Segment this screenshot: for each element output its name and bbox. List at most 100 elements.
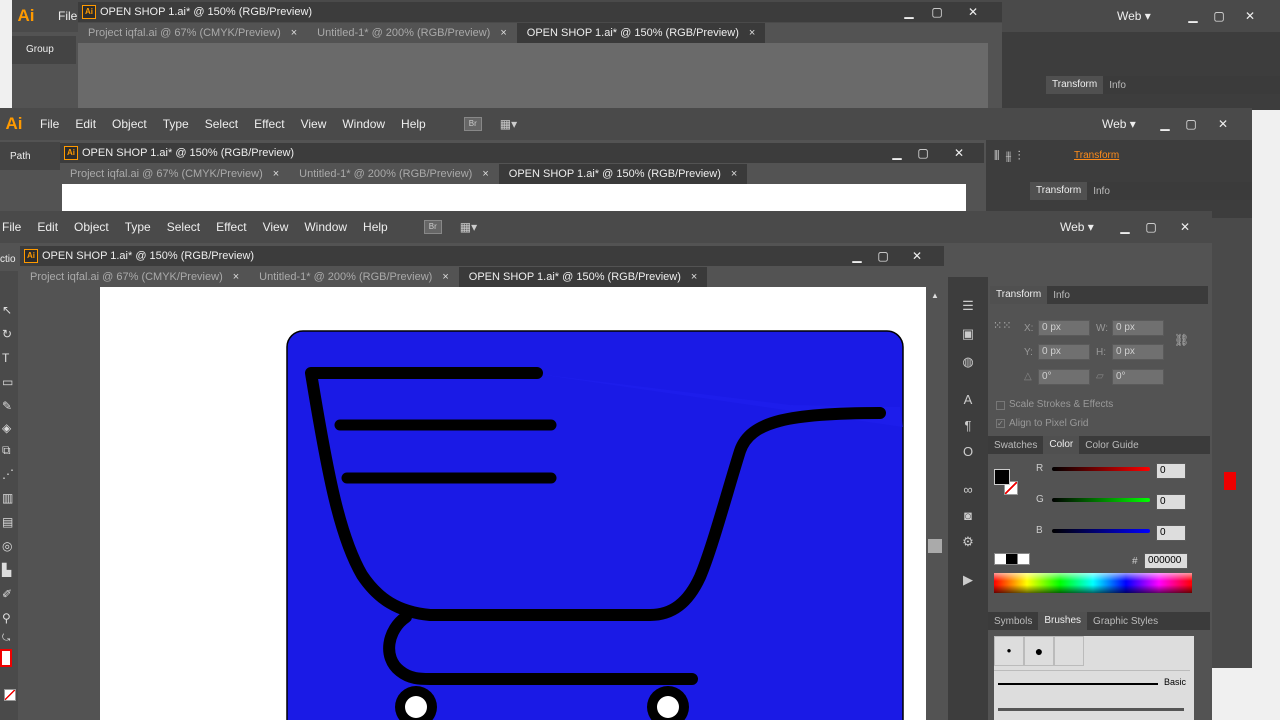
front-doc-max[interactable]: ▢ <box>870 247 896 265</box>
middle-app-max[interactable]: ▢ <box>1178 115 1204 133</box>
scale-strokes-checkbox[interactable] <box>996 401 1005 410</box>
constrain-link-icon[interactable]: ⛓ <box>1174 333 1189 347</box>
middle-tab[interactable]: Untitled-1* @ 200% (RGB/Preview) × <box>289 164 499 184</box>
back-app-max[interactable]: ▢ <box>1206 7 1232 25</box>
none-swatch-icon[interactable] <box>4 689 16 701</box>
arrange-docs-icon[interactable]: ▦▾ <box>460 220 477 234</box>
tab-info[interactable]: Info <box>1047 290 1076 301</box>
eraser-tool-icon[interactable]: ◈ <box>2 421 11 435</box>
back-doc-close[interactable]: ✕ <box>960 3 986 21</box>
appearance-icon[interactable]: ◍ <box>959 353 977 371</box>
front-doc-min[interactable]: ▁ <box>844 247 870 265</box>
middle-app-close[interactable]: ✕ <box>1210 115 1236 133</box>
back-app-min[interactable]: ▁ <box>1180 7 1206 25</box>
menu-view[interactable]: View <box>255 212 297 242</box>
gradient-panel-icon[interactable]: ▣ <box>959 325 977 343</box>
none-black-white-swatches[interactable] <box>994 553 1030 565</box>
middle-app-min[interactable]: ▁ <box>1152 115 1178 133</box>
front-tab[interactable]: Untitled-1* @ 200% (RGB/Preview) × <box>249 267 459 287</box>
back-doc-max[interactable]: ▢ <box>924 3 950 21</box>
brush-chalk-row[interactable] <box>998 708 1184 711</box>
menu-file[interactable]: File <box>32 109 67 139</box>
middle-doc-close[interactable]: ✕ <box>946 144 972 162</box>
menu-select[interactable]: Select <box>197 109 246 139</box>
menu-effect[interactable]: Effect <box>246 109 292 139</box>
color-spectrum[interactable] <box>994 573 1192 593</box>
zoom-tool-icon[interactable]: ⚲ <box>2 611 11 625</box>
shear-field[interactable]: 0° <box>1112 369 1164 385</box>
rectangle-tool-icon[interactable]: ▭ <box>2 375 13 389</box>
middle-doc-max[interactable]: ▢ <box>910 144 936 162</box>
menu-effect[interactable]: Effect <box>208 212 254 242</box>
menu-lines-icon[interactable]: ☰ <box>959 297 977 315</box>
front-app-max[interactable]: ▢ <box>1138 218 1164 236</box>
menu-view[interactable]: View <box>293 109 335 139</box>
back-file-menu[interactable]: File <box>58 9 77 23</box>
scroll-up-arrow-icon[interactable]: ▲ <box>926 291 944 300</box>
align-icons[interactable]: ⫴⫵⫶ <box>994 148 1027 164</box>
brush-dot-large[interactable]: ● <box>1024 636 1054 666</box>
menu-help[interactable]: Help <box>393 109 434 139</box>
tab-transform[interactable]: Transform <box>990 286 1048 304</box>
scale-tool-icon[interactable]: ⧉ <box>2 443 11 458</box>
fill-color-swatch[interactable] <box>994 469 1010 485</box>
settings-icon[interactable]: ⚙ <box>959 533 977 551</box>
middle-tab[interactable]: Project iqfal.ai @ 67% (CMYK/Preview) × <box>60 164 289 184</box>
back-tab-active[interactable]: OPEN SHOP 1.ai* @ 150% (RGB/Preview) × <box>516 23 766 43</box>
free-transform-icon[interactable]: ⋰ <box>2 467 14 481</box>
middle-workspace[interactable]: Web ▾ <box>1102 117 1136 131</box>
y-field[interactable]: 0 px <box>1038 344 1090 360</box>
menu-edit[interactable]: Edit <box>67 109 104 139</box>
tab-color-guide[interactable]: Color Guide <box>1079 440 1144 451</box>
middle-transform-link[interactable]: Transform <box>1074 150 1119 161</box>
menu-help[interactable]: Help <box>355 212 396 242</box>
middle-doc-min[interactable]: ▁ <box>884 144 910 162</box>
tab-brushes[interactable]: Brushes <box>1038 612 1088 630</box>
vertical-scrollbar[interactable]: ▲ <box>926 287 944 720</box>
g-field[interactable]: 0 <box>1156 494 1186 510</box>
gradient-tool-icon[interactable]: ▤ <box>2 515 13 529</box>
front-tab[interactable]: Project iqfal.ai @ 67% (CMYK/Preview) × <box>20 267 249 287</box>
reference-point-icon[interactable]: ⁙⁙ <box>993 319 1011 332</box>
selection-tool-icon[interactable]: ↖ <box>2 303 12 317</box>
h-field[interactable]: 0 px <box>1112 344 1164 360</box>
swap-colors-icon[interactable]: ⤿ <box>2 633 10 644</box>
artboard[interactable] <box>100 287 926 720</box>
b-field[interactable]: 0 <box>1156 525 1186 541</box>
menu-object[interactable]: Object <box>104 109 155 139</box>
shopping-cart-artwork[interactable] <box>100 287 926 720</box>
menu-select[interactable]: Select <box>159 212 208 242</box>
front-app-close[interactable]: ✕ <box>1172 218 1198 236</box>
back-tab[interactable]: Project iqfal.ai @ 67% (CMYK/Preview) × <box>78 23 307 43</box>
menu-type[interactable]: Type <box>155 109 197 139</box>
tab-color[interactable]: Color <box>1043 436 1080 454</box>
bridge-icon[interactable]: Br <box>463 117 482 131</box>
back-workspace[interactable]: Web ▾ <box>1117 9 1151 23</box>
tab-swatches[interactable]: Swatches <box>988 440 1043 451</box>
g-slider[interactable] <box>1052 498 1150 502</box>
chart-tool-icon[interactable]: ▥ <box>2 491 13 505</box>
tab-symbols[interactable]: Symbols <box>988 616 1038 627</box>
blend-tool-icon[interactable]: ◎ <box>2 539 12 553</box>
fill-swatch[interactable] <box>0 649 12 667</box>
middle-tab-active[interactable]: OPEN SHOP 1.ai* @ 150% (RGB/Preview) × <box>498 164 748 184</box>
front-doc-close[interactable]: ✕ <box>904 247 930 265</box>
character-icon[interactable]: A <box>959 391 977 409</box>
back-doc-min[interactable]: ▁ <box>896 3 922 21</box>
hex-field[interactable]: 000000 <box>1144 553 1188 569</box>
r-field[interactable]: 0 <box>1156 463 1186 479</box>
brush-dot-small[interactable]: ● <box>994 636 1024 666</box>
links-icon[interactable]: ∞ <box>959 481 977 499</box>
pencil-tool-icon[interactable]: ✎ <box>2 399 12 413</box>
type-tool-icon[interactable]: T <box>2 351 9 365</box>
rotate-field[interactable]: 0° <box>1038 369 1090 385</box>
column-graph-icon[interactable]: ▙ <box>2 563 11 577</box>
opentype-icon[interactable]: O <box>959 443 977 461</box>
menu-window[interactable]: Window <box>296 212 355 242</box>
play-action-icon[interactable]: ▶ <box>959 571 977 589</box>
front-tab-active[interactable]: OPEN SHOP 1.ai* @ 150% (RGB/Preview) × <box>458 267 708 287</box>
paragraph-icon[interactable]: ¶ <box>959 417 977 435</box>
front-workspace[interactable]: Web ▾ <box>1060 220 1094 234</box>
menu-file[interactable]: File <box>0 212 29 242</box>
scroll-thumb[interactable] <box>928 539 942 553</box>
